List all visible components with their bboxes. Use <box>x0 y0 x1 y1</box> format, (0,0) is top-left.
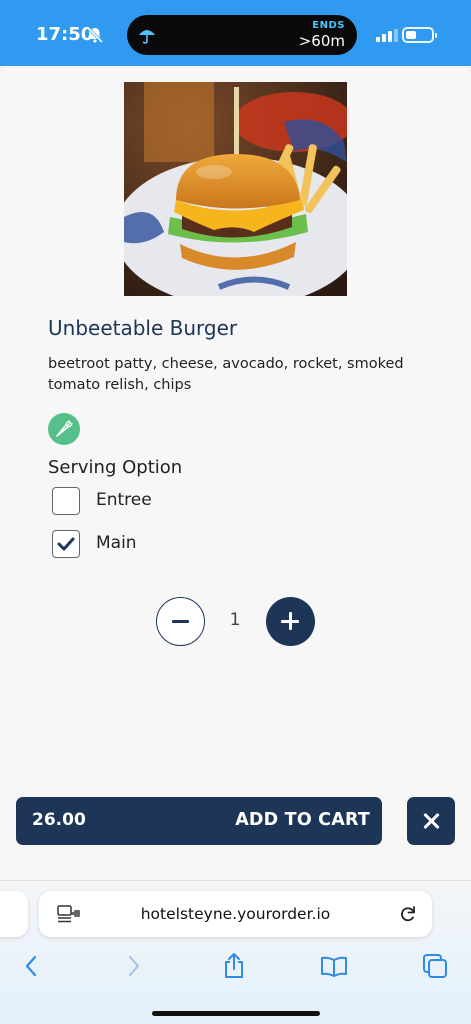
main-checkbox[interactable] <box>52 530 80 558</box>
add-to-cart-label: ADD TO CART <box>235 810 370 830</box>
live-activity-value: >60m <box>298 32 345 50</box>
back-icon[interactable] <box>16 951 46 981</box>
item-description: beetroot patty, cheese, avocado, rocket,… <box>48 356 404 393</box>
carrot-icon <box>56 420 73 437</box>
checkmark-icon <box>57 537 75 551</box>
battery-icon <box>402 27 437 43</box>
url-text: hotelsteyne.yourorder.io <box>140 905 331 923</box>
tabs-icon[interactable] <box>420 951 450 981</box>
battery-level <box>406 31 416 39</box>
serving-option-heading: Serving Option <box>48 457 183 478</box>
address-bar[interactable]: hotelsteyne.yourorder.io <box>39 891 432 937</box>
home-indicator[interactable] <box>152 1011 320 1016</box>
live-activity-label: ENDS <box>312 20 345 31</box>
serving-option-entree[interactable]: Entree <box>52 487 352 517</box>
dynamic-island[interactable]: ENDS >60m <box>127 15 357 55</box>
status-time: 17:50 <box>36 24 94 45</box>
close-button[interactable] <box>407 797 455 845</box>
add-to-cart-button[interactable]: 26.00 ADD TO CART <box>16 797 382 845</box>
browser-toolbar: hotelsteyne.yourorder.io <box>0 880 471 1024</box>
status-bar: 17:50 ENDS >60m <box>0 0 471 66</box>
forward-icon[interactable] <box>119 951 149 981</box>
serving-option-main[interactable]: Main <box>52 530 352 560</box>
cellular-signal-icon <box>376 29 398 42</box>
silent-mode-icon <box>86 26 104 48</box>
increase-quantity-button[interactable] <box>266 597 315 646</box>
umbrella-icon <box>137 25 157 49</box>
previous-tab-preview[interactable] <box>0 891 28 937</box>
bookmarks-icon[interactable] <box>319 951 349 981</box>
serving-option-label: Main <box>96 533 137 553</box>
entree-checkbox[interactable] <box>52 487 80 515</box>
reload-icon[interactable] <box>398 904 418 928</box>
quantity-value: 1 <box>229 610 241 630</box>
serving-option-label: Entree <box>96 490 152 510</box>
cart-price: 26.00 <box>32 810 86 830</box>
vegetarian-badge <box>48 413 80 445</box>
burger-photo <box>124 82 347 296</box>
browser-nav-bar <box>0 951 471 981</box>
decrease-quantity-button[interactable] <box>156 597 205 646</box>
item-detail-sheet: Unbeetable Burger beetroot patty, cheese… <box>0 66 471 880</box>
item-title: Unbeetable Burger <box>48 316 238 340</box>
share-icon[interactable] <box>219 951 249 981</box>
